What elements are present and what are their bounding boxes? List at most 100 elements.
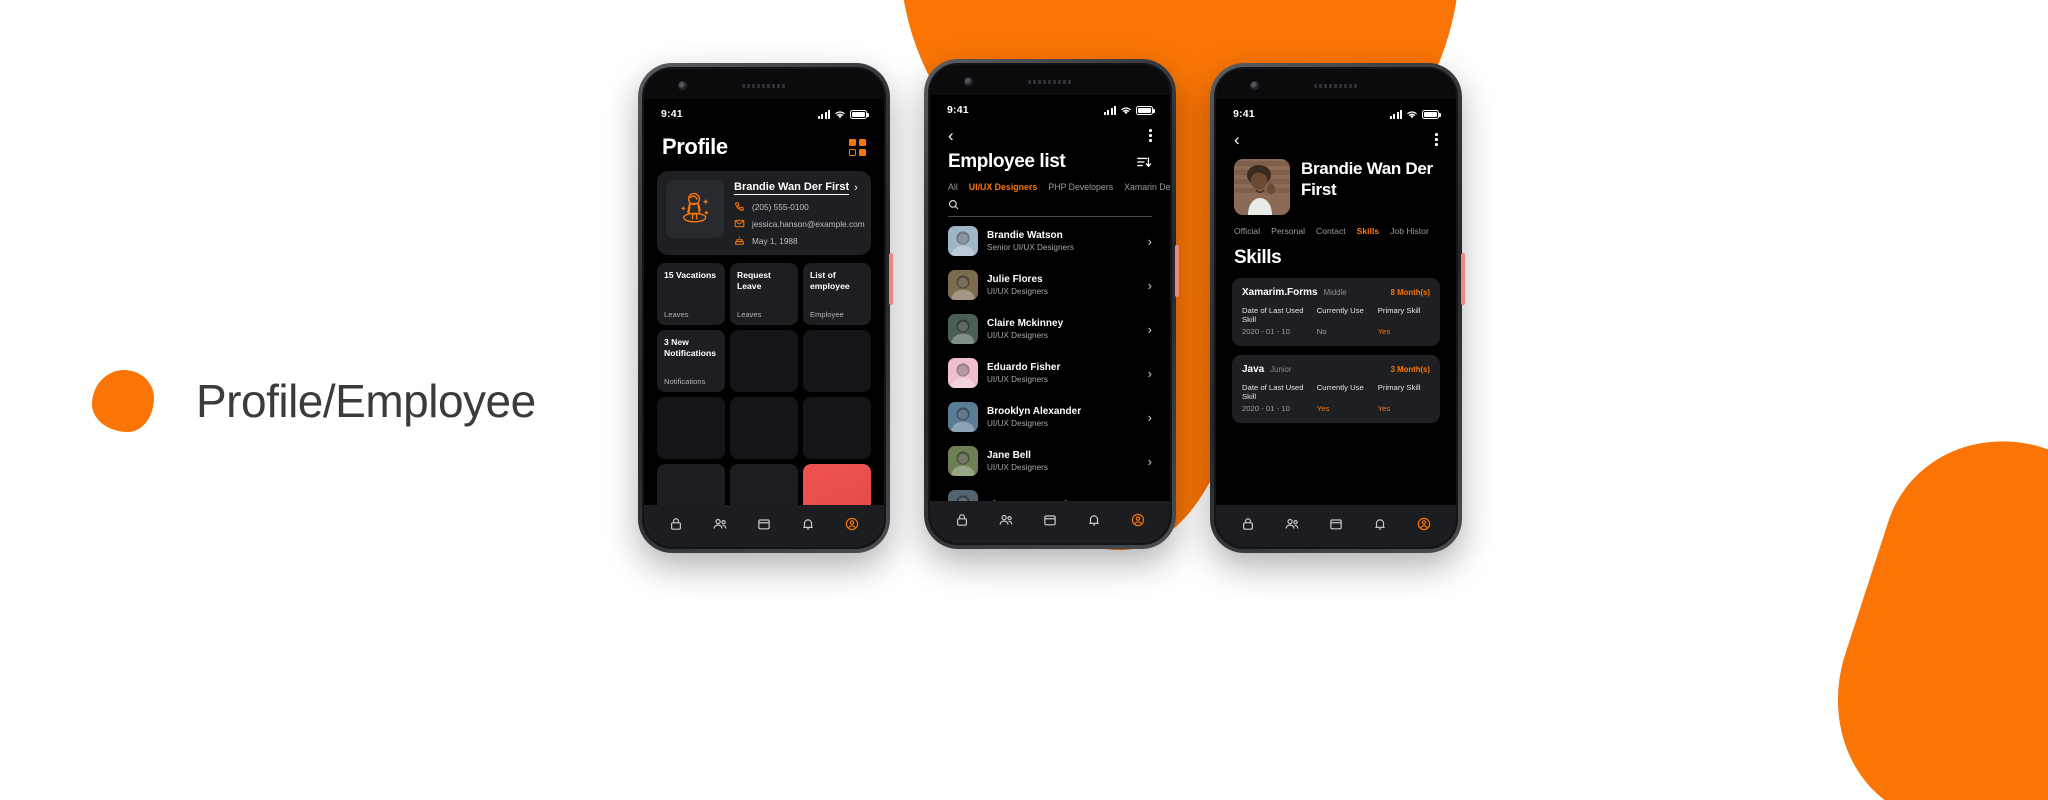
column-header-primary-skill: Primary Skill (1377, 383, 1421, 392)
employee-name: Eduardo Fisher (987, 362, 1061, 373)
profile-email-value: jessica.hanson@example.com (752, 218, 865, 229)
employee-hero: Brandie Wan Der First (1216, 148, 1456, 215)
phone-mockup-skills: 9:41 ‹ Brandie Wan Der First Official Pe… (1210, 63, 1465, 553)
tab-all[interactable]: All (948, 182, 958, 192)
search-input[interactable] (948, 199, 1152, 217)
avatar (948, 358, 978, 388)
phone-mockup-employee-list: 9:41 ‹ Employee list All UI/UX Designers… (924, 59, 1179, 549)
lock-icon[interactable] (1240, 516, 1256, 532)
chevron-right-icon: › (1147, 409, 1152, 425)
front-camera-icon (1250, 81, 1259, 90)
skill-duration: 3 Month(s) (1390, 365, 1430, 374)
tab-personal[interactable]: Personal (1271, 226, 1305, 236)
kebab-menu-icon[interactable] (1435, 133, 1438, 146)
phone3-side-button[interactable] (1461, 253, 1465, 305)
list-item-info: Brandie Watson Senior UI/UX Designers (987, 230, 1139, 252)
skill-card[interactable]: Xamarim.Forms Middle 8 Month(s) Date of Las… (1232, 278, 1440, 346)
list-item[interactable]: Brooklyn Alexander UI/UX Designers › (930, 395, 1170, 439)
status-time: 9:41 (661, 108, 683, 120)
bell-icon[interactable] (1086, 512, 1102, 528)
chevron-left-icon[interactable]: ‹ (948, 127, 954, 144)
profile-card[interactable]: Brandie Wan Der First › (205) 555-0100 j… (657, 171, 871, 255)
caption-label: Profile/Employee (196, 375, 536, 427)
phone-mockup-profile: 9:41 Profile Brandie Wan Der First › (20… (638, 63, 893, 553)
account-icon[interactable] (1130, 512, 1146, 528)
profile-name-row[interactable]: Brandie Wan Der First › (734, 181, 862, 195)
quick-action-tile (730, 397, 798, 459)
calendar-icon[interactable] (1328, 516, 1344, 532)
list-item-info: Brooklyn Alexander UI/UX Designers (987, 406, 1139, 428)
page-title: Employee list (948, 151, 1066, 172)
quick-action-tile (730, 330, 798, 392)
status-indicators (818, 109, 869, 119)
people-icon[interactable] (1284, 516, 1300, 532)
tab-contact[interactable]: Contact (1316, 226, 1346, 236)
bell-icon[interactable] (800, 516, 816, 532)
tab-ui-ux-designers[interactable]: UI/UX Designers (969, 182, 1037, 192)
value-date-last-used: 2020 - 01 - 10 (1242, 327, 1290, 336)
chevron-right-icon: › (1147, 365, 1152, 381)
tab-xamarin-de[interactable]: Xamarin De (1124, 182, 1170, 192)
list-item[interactable]: Jane Bell UI/UX Designers › (930, 439, 1170, 483)
tile-title: 3 New Notifications (664, 337, 717, 358)
battery-icon (1136, 105, 1155, 115)
tab-job-histor[interactable]: Job Histor (1390, 226, 1429, 236)
quick-action-tile[interactable]: List of employee Employee (803, 263, 871, 325)
skill-detail-grid: Date of Last Used Skill Currently Use Prim… (1242, 306, 1430, 336)
skills-list: Xamarim.Forms Middle 8 Month(s) Date of Las… (1216, 278, 1456, 423)
sort-descending-icon[interactable] (1136, 154, 1152, 170)
profile-phone-row: (205) 555-0100 (734, 201, 862, 212)
calendar-icon[interactable] (1042, 512, 1058, 528)
skill-card[interactable]: Java Junior 3 Month(s) Date of Last Used Sk… (1232, 355, 1440, 423)
quick-action-tile[interactable]: 15 Vacations Leaves (657, 263, 725, 325)
list-item[interactable]: Eduardo Fisher UI/UX Designers › (930, 351, 1170, 395)
employee-name: Brandie Wan Der First (1301, 159, 1433, 199)
avatar (948, 270, 978, 300)
chevron-right-icon: › (1147, 233, 1152, 249)
calendar-icon[interactable] (756, 516, 772, 532)
wifi-icon (835, 110, 845, 118)
phone1-header: Profile (644, 120, 884, 160)
employee-role: UI/UX Designers (987, 331, 1048, 340)
quick-action-tile[interactable]: 3 New Notifications Notifications (657, 330, 725, 392)
account-icon[interactable] (1416, 516, 1432, 532)
avatar (948, 446, 978, 476)
lock-icon[interactable] (668, 516, 684, 532)
skill-name: Java (1242, 364, 1265, 375)
people-icon[interactable] (712, 516, 728, 532)
kebab-menu-icon[interactable] (1149, 129, 1152, 142)
tab-php-developers[interactable]: PHP Developers (1048, 182, 1113, 192)
phone1-side-button[interactable] (889, 253, 893, 305)
lock-icon[interactable] (954, 512, 970, 528)
tab-skills[interactable]: Skills (1357, 226, 1379, 236)
avatar (948, 226, 978, 256)
bell-icon[interactable] (1372, 516, 1388, 532)
grid-menu-icon[interactable] (849, 138, 866, 156)
phone2-side-button[interactable] (1175, 245, 1179, 297)
account-icon[interactable] (844, 516, 860, 532)
quick-action-tile[interactable]: Request Leave Leaves (730, 263, 798, 325)
phone1-screen: 9:41 Profile Brandie Wan Der First › (20… (644, 99, 884, 547)
list-item[interactable]: Brandie Watson Senior UI/UX Designers › (930, 219, 1170, 263)
phone-icon (734, 201, 745, 212)
section-title: Skills (1234, 247, 1282, 268)
list-item[interactable]: Claire Mckinney UI/UX Designers › (930, 307, 1170, 351)
people-icon[interactable] (998, 512, 1014, 528)
tab-official[interactable]: Official (1234, 226, 1260, 236)
profile-birthday-value: May 1, 1988 (752, 235, 798, 246)
skill-card-header: Java Junior 3 Month(s) (1242, 364, 1430, 375)
phone3-screen: 9:41 ‹ Brandie Wan Der First Official Pe… (1216, 99, 1456, 547)
chevron-right-icon: › (1147, 453, 1152, 469)
value-date-last-used: 2020 - 01 - 10 (1242, 404, 1290, 413)
list-item-info: Claire Mckinney UI/UX Designers (987, 318, 1139, 340)
employee-name: Julie Flores (987, 274, 1043, 285)
quick-action-tiles: 15 Vacations Leaves Request Leave Leaves Lis… (657, 263, 871, 526)
skill-card-header: Xamarim.Forms Middle 8 Month(s) (1242, 287, 1430, 298)
employee-list: Brandie Watson Senior UI/UX Designers › Jul… (930, 219, 1170, 527)
tile-title: List of employee (810, 270, 850, 291)
canvas: Profile/Employee 9:41 Profile Brandie Wa… (0, 0, 2048, 800)
phone2-screen: 9:41 ‹ Employee list All UI/UX Designers… (930, 95, 1170, 543)
chevron-left-icon[interactable]: ‹ (1234, 131, 1240, 148)
list-item[interactable]: Julie Flores UI/UX Designers › (930, 263, 1170, 307)
list-item-info: Eduardo Fisher UI/UX Designers (987, 362, 1139, 384)
